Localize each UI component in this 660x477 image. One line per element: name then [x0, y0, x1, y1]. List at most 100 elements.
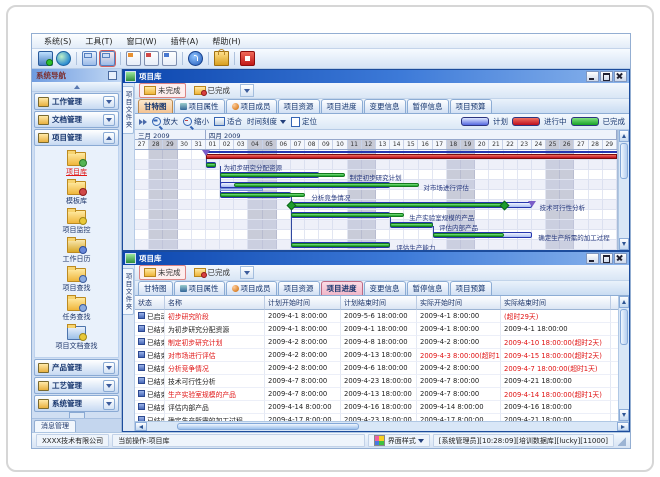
table-row[interactable]: 已结束确定生产所需的加工过程2009-4-17 8:00:002009-4-23…	[135, 414, 618, 422]
scroll-track[interactable]	[619, 180, 629, 238]
task-progress-bar[interactable]	[390, 223, 433, 227]
help-icon[interactable]	[188, 51, 203, 66]
sidebar-item-5[interactable]: 任务查找	[63, 297, 91, 322]
message-manage-tab[interactable]: 消息管理	[34, 420, 76, 432]
project-folder-side-tab[interactable]: 项目文件夹	[123, 86, 134, 134]
table-row[interactable]: 已结束分析竞争情况2009-4-2 8:00:002009-4-6 18:00:…	[135, 362, 618, 375]
sidebar-group-3[interactable]: 产品管理	[34, 359, 119, 376]
locate-button[interactable]: 定位	[291, 116, 317, 127]
task-progress-bar[interactable]	[291, 213, 404, 217]
table-row[interactable]: 已结束生产实验室规模的产品2009-4-7 8:00:002009-4-13 1…	[135, 388, 618, 401]
zoom-in-button[interactable]: 放大	[152, 116, 178, 127]
tab-项目成员[interactable]: 项目成员	[226, 99, 277, 113]
scroll-thumb[interactable]	[177, 423, 359, 430]
column-header-1[interactable]: 名称	[165, 296, 265, 310]
summary-progress-bar[interactable]	[206, 154, 617, 159]
tab-项目属性[interactable]: 项目属性	[174, 99, 225, 113]
more-buttons-icon[interactable]	[139, 118, 147, 126]
table-row[interactable]: 已结束为初步研究分配资源2009-4-1 8:00:002009-4-1 18:…	[135, 323, 618, 336]
sidebar-item-3[interactable]: 工作日历	[63, 239, 91, 264]
folder-tab-0[interactable]: 未完成	[139, 83, 186, 98]
task-progress-bar[interactable]	[234, 183, 418, 187]
tab-项目资源[interactable]: 项目资源	[278, 99, 320, 113]
summary-plan-line[interactable]	[206, 151, 617, 153]
pin-icon[interactable]	[108, 71, 117, 80]
sidebar-group-5[interactable]: 系统管理	[34, 395, 119, 412]
menu-item-2[interactable]: 窗口(W)	[120, 35, 162, 48]
scroll-thumb[interactable]	[620, 143, 628, 179]
scroll-right-button[interactable]	[617, 422, 629, 431]
fit-button[interactable]: 适合	[214, 116, 242, 127]
sidebar-item-6[interactable]: 项目文档查找	[56, 326, 98, 351]
zoom-out-button[interactable]: 缩小	[183, 116, 209, 127]
sidebar-group-arrow-icon[interactable]	[103, 362, 115, 374]
task-progress-bar[interactable]	[220, 173, 345, 177]
report-red-icon[interactable]	[162, 51, 177, 66]
tab-暂停信息[interactable]: 暂停信息	[407, 99, 449, 113]
tab-项目资源[interactable]: 项目资源	[278, 281, 320, 295]
table-row[interactable]: 已结束技术可行性分析2009-4-7 8:00:002009-4-23 18:0…	[135, 375, 618, 388]
column-header-3[interactable]: 计划结束时间	[341, 296, 417, 310]
folder-tab-dropdown[interactable]	[240, 266, 254, 279]
sidebar-group-4[interactable]: 工艺管理	[34, 377, 119, 394]
tab-变更信息[interactable]: 变更信息	[364, 99, 406, 113]
style-selector[interactable]: 界面样式	[368, 434, 430, 447]
resize-grip[interactable]	[618, 436, 626, 446]
folder-tab-dropdown[interactable]	[240, 84, 254, 97]
scroll-down-button[interactable]	[619, 409, 629, 421]
save-folder-icon[interactable]	[100, 51, 115, 66]
table-hscrollbar[interactable]	[135, 421, 629, 431]
column-header-5[interactable]: 实际结束时间	[501, 296, 611, 310]
lock-icon[interactable]	[214, 51, 229, 66]
sidebar-group-arrow-icon[interactable]	[103, 96, 115, 108]
sidebar-group-arrow-icon[interactable]	[103, 114, 115, 126]
close-button[interactable]	[614, 253, 627, 264]
column-header-2[interactable]: 计划开始时间	[265, 296, 341, 310]
sidebar-group-arrow-icon[interactable]	[103, 380, 115, 392]
maximize-button[interactable]	[600, 71, 613, 82]
sidebar-group-2[interactable]: 项目管理	[34, 129, 119, 146]
menu-item-4[interactable]: 帮助(H)	[206, 35, 246, 48]
table-row[interactable]: 已结束制定初步研究计划2009-4-2 8:00:002009-4-8 18:0…	[135, 336, 618, 349]
table-row[interactable]: 已启动初步研究阶段2009-4-1 8:00:002009-5-6 18:00:…	[135, 310, 618, 323]
task-progress-bar[interactable]	[220, 193, 305, 197]
tab-暂停信息[interactable]: 暂停信息	[407, 281, 449, 295]
scroll-track[interactable]	[619, 346, 629, 410]
table-vscrollbar[interactable]	[618, 296, 629, 422]
task-progress-bar[interactable]	[291, 243, 390, 247]
sidebar-collapse-button[interactable]	[32, 82, 121, 92]
report-blue-icon[interactable]	[126, 51, 141, 66]
scroll-up-button[interactable]	[619, 130, 629, 142]
column-header-6[interactable]: 预算	[611, 296, 618, 310]
sidebar-item-4[interactable]: 项目查找	[63, 268, 91, 293]
tab-项目进度[interactable]: 项目进度	[321, 281, 363, 295]
menu-item-1[interactable]: 工具(T)	[79, 35, 118, 48]
report-orange-icon[interactable]	[144, 51, 159, 66]
sidebar-group-arrow-icon[interactable]	[103, 398, 115, 410]
scroll-thumb[interactable]	[620, 309, 628, 345]
task-progress-bar[interactable]	[206, 163, 216, 167]
sidebar-item-2[interactable]: 项目监控	[63, 210, 91, 235]
timescale-button[interactable]: 时间刻度	[247, 116, 286, 127]
column-header-4[interactable]: 实际开始时间	[417, 296, 501, 310]
column-header-0[interactable]: 状态	[135, 296, 165, 310]
tab-甘特图[interactable]: 甘特图	[138, 281, 173, 295]
maximize-button[interactable]	[600, 253, 613, 264]
tab-项目预算[interactable]: 项目预算	[450, 281, 492, 295]
task-progress-bar[interactable]	[291, 203, 504, 207]
open-folder-icon[interactable]	[82, 51, 97, 66]
sidebar-group-arrow-icon[interactable]	[103, 132, 115, 144]
scroll-down-button[interactable]	[619, 238, 629, 250]
menu-item-3[interactable]: 插件(A)	[165, 35, 205, 48]
table-row[interactable]: 已结束评估内部产品2009-4-14 8:00:002009-4-16 18:0…	[135, 401, 618, 414]
world-icon[interactable]	[56, 51, 71, 66]
scroll-track[interactable]	[360, 422, 617, 431]
sidebar-item-0[interactable]: 项目库	[66, 152, 87, 177]
tab-项目预算[interactable]: 项目预算	[450, 99, 492, 113]
tab-变更信息[interactable]: 变更信息	[364, 281, 406, 295]
sidebar-group-0[interactable]: 工作管理	[34, 93, 119, 110]
scroll-up-button[interactable]	[619, 296, 629, 308]
sidebar-item-1[interactable]: 模板库	[66, 181, 87, 206]
connect-icon[interactable]	[38, 51, 53, 66]
close-button[interactable]	[614, 71, 627, 82]
